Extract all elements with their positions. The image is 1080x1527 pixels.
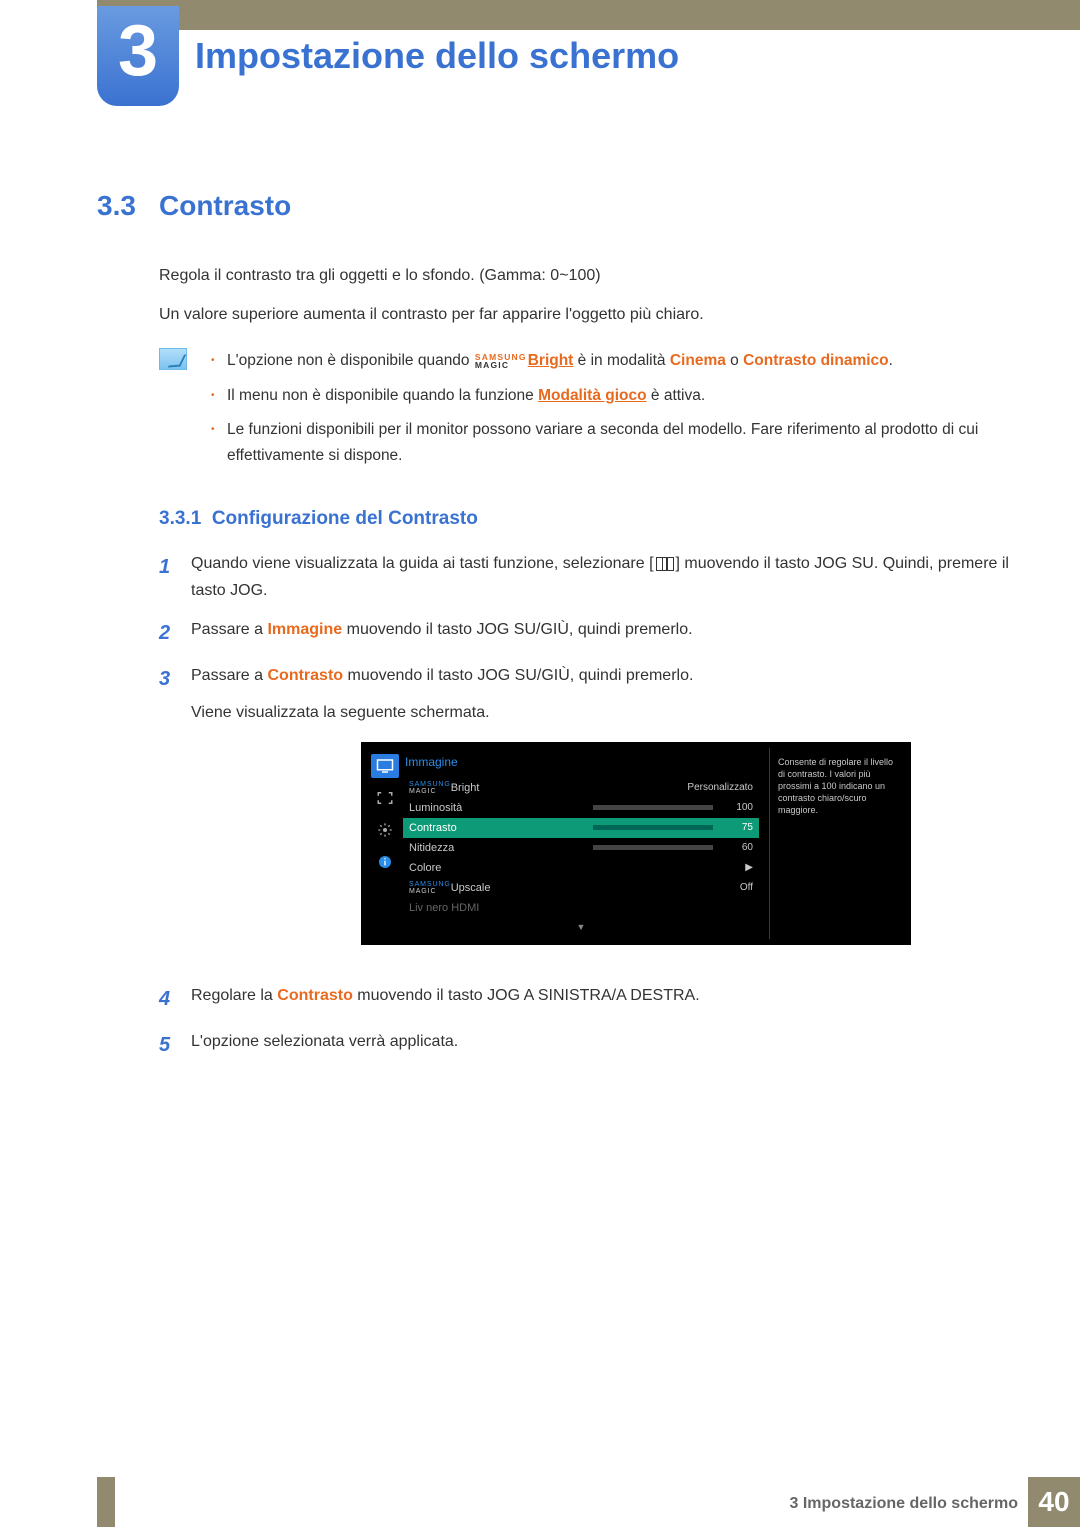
osd-row-upscale: SAMSUNGMAGICUpscale Off	[403, 878, 759, 898]
osd-row-brightness: Luminosità 100	[403, 798, 759, 818]
osd-main: Immagine SAMSUNGMAGICBright Personalizza…	[403, 748, 770, 940]
samsung-magic-label: SAMSUNGMAGIC	[475, 353, 527, 370]
step-3: 3 Passare a Contrasto muovendo il tasto …	[159, 662, 1010, 970]
subsection-number: 3.3.1	[159, 508, 201, 529]
step-number: 4	[159, 982, 191, 1016]
osd-help-text: Consente di regolare il livello di contr…	[770, 748, 905, 940]
note-item-2: Il menu non è disponibile quando la funz…	[207, 383, 1010, 409]
osd-row-color: Colore ▶	[403, 858, 759, 878]
osd-row-sharpness: Nitidezza 60	[403, 838, 759, 858]
osd-row-bright: SAMSUNGMAGICBright Personalizzato	[403, 778, 759, 798]
slider-bar	[593, 825, 713, 830]
step-number: 2	[159, 616, 191, 650]
subsection-heading: 3.3.1 Configurazione del Contrasto	[159, 508, 1010, 530]
osd-row-contrast: Contrasto 75	[403, 818, 759, 838]
slider-bar	[593, 845, 713, 850]
note-item-3: Le funzioni disponibili per il monitor p…	[207, 417, 1010, 470]
chevron-down-icon: ▼	[403, 918, 759, 935]
chapter-number-tab: 3	[97, 6, 179, 106]
osd-title: Immagine	[403, 752, 759, 772]
note-icon	[159, 348, 187, 370]
osd-row-hdmi-black: Liv nero HDMI	[403, 898, 759, 918]
note-block: L'opzione non è disponibile quando SAMSU…	[159, 348, 1010, 477]
step-2: 2 Passare a Immagine muovendo il tasto J…	[159, 616, 1010, 650]
step-number: 5	[159, 1028, 191, 1062]
footer: 3 Impostazione dello schermo 40	[97, 1477, 1080, 1527]
footer-text: 3 Impostazione dello schermo	[790, 1495, 1019, 1513]
section-title: Contrasto	[159, 190, 291, 221]
step-number: 3	[159, 662, 191, 970]
osd-nav-resize-icon	[371, 786, 399, 810]
step-4: 4 Regolare la Contrasto muovendo il tast…	[159, 982, 1010, 1016]
step-5: 5 L'opzione selezionata verrà applicata.	[159, 1028, 1010, 1062]
samsung-magic-label: SAMSUNGMAGIC	[409, 881, 451, 895]
osd-nav-settings-icon	[371, 818, 399, 842]
chevron-right-icon: ▶	[663, 859, 753, 876]
step-1: 1 Quando viene visualizzata la guida ai …	[159, 550, 1010, 604]
section-heading: 3.3Contrasto	[97, 190, 1010, 222]
step-number: 1	[159, 550, 191, 604]
osd-nav-picture-icon	[371, 754, 399, 778]
subsection-title: Configurazione del Contrasto	[212, 508, 478, 529]
footer-accent	[97, 1477, 115, 1527]
menu-icon	[656, 557, 674, 571]
intro-p2: Un valore superiore aumenta il contrasto…	[159, 301, 1010, 328]
osd-nav-info-icon	[371, 850, 399, 874]
section-body: 3.3Contrasto Regola il contrasto tra gli…	[97, 190, 1010, 1074]
game-mode-link: Modalità gioco	[538, 387, 647, 404]
section-number: 3.3	[97, 190, 159, 222]
page-number: 40	[1028, 1477, 1080, 1527]
note-list: L'opzione non è disponibile quando SAMSU…	[207, 348, 1010, 477]
note-item-1: L'opzione non è disponibile quando SAMSU…	[207, 348, 1010, 374]
chapter-title: Impostazione dello schermo	[195, 35, 679, 77]
slider-bar	[593, 805, 713, 810]
header-bar	[97, 0, 1080, 30]
bright-link: Bright	[528, 352, 574, 369]
samsung-magic-label: SAMSUNGMAGIC	[409, 781, 451, 795]
steps-list: 1 Quando viene visualizzata la guida ai …	[159, 550, 1010, 1062]
intro-text: Regola il contrasto tra gli oggetti e lo…	[159, 262, 1010, 328]
osd-screenshot: Immagine SAMSUNGMAGICBright Personalizza…	[361, 742, 911, 946]
osd-nav	[367, 748, 403, 940]
intro-p1: Regola il contrasto tra gli oggetti e lo…	[159, 262, 1010, 289]
